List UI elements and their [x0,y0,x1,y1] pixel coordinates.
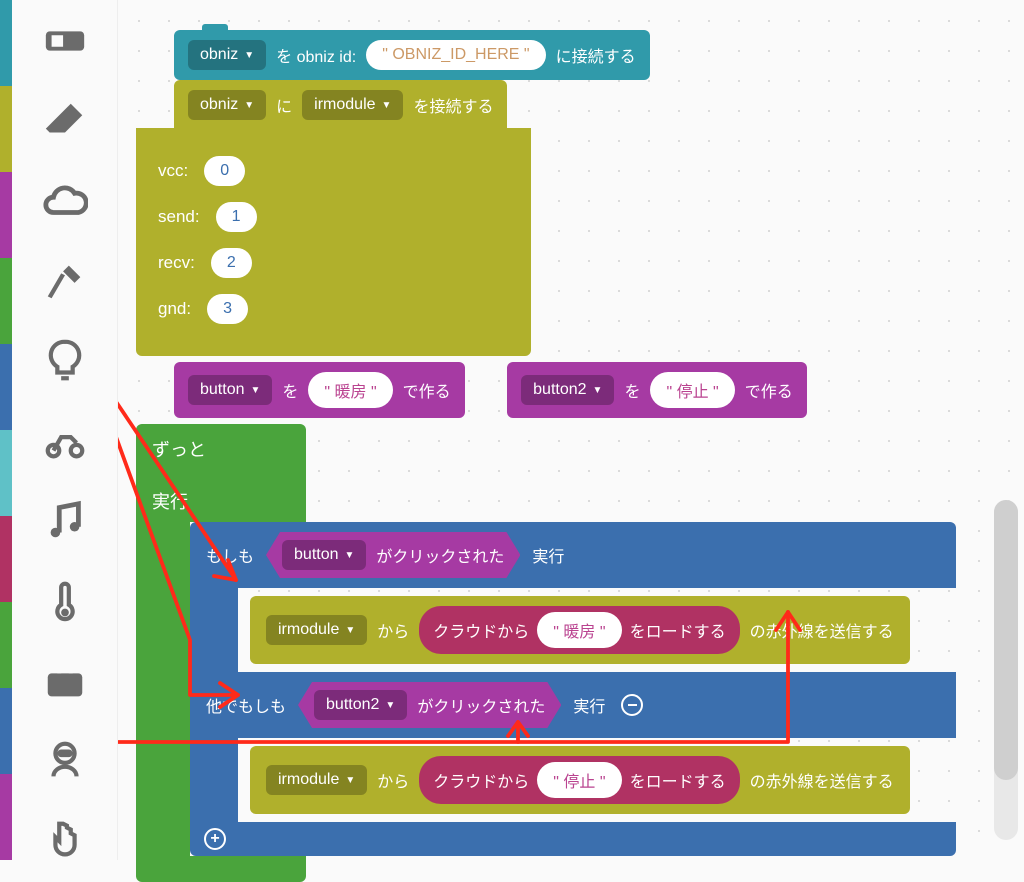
forever-label-1: ずっと [152,436,290,462]
elseif-prefix: 他でもしも [206,693,286,717]
create-button1-block[interactable]: button▼ を " 暖房 " で作る [174,362,465,418]
pin-value-vcc[interactable]: 0 [204,156,245,186]
category-color-strip [0,0,12,860]
btn1-text-2: で作る [403,378,451,402]
ir1-cloud-pre: クラウドから [433,618,529,642]
elseif-block[interactable]: 他でもしも button2▼ がクリックされた 実行 − [190,672,956,738]
if-condition[interactable]: button▼ がクリックされた [266,532,520,578]
if-run: 実行 [532,543,564,567]
workspace[interactable]: obniz▼ を obniz id: " OBNIZ_ID_HERE " に接続… [118,0,1024,860]
pin-value-send[interactable]: 1 [216,202,257,232]
toolbox [12,0,118,860]
create-button2-block[interactable]: button2▼ を " 停止 " で作る [507,362,807,418]
ir1-text-1: から [377,618,409,642]
attach-obniz-dropdown[interactable]: obniz▼ [188,90,266,120]
hammer-icon[interactable] [41,258,89,304]
forever-body-bar [136,522,190,856]
pin-value-gnd[interactable]: 3 [207,294,248,324]
ir1-tail: の赤外線を送信する [750,618,894,642]
elseif-condition-text: がクリックされた [417,693,545,717]
scrollbar-thumb[interactable] [994,500,1018,780]
obniz-id-field[interactable]: " OBNIZ_ID_HERE " [366,40,545,70]
attach-text-2: を接続する [413,93,493,117]
thermometer-icon[interactable] [41,578,89,624]
pin-label-gnd: gnd: [158,299,191,319]
astronaut-icon[interactable] [41,738,89,784]
elseif-button-dropdown[interactable]: button2▼ [314,690,407,720]
cloud-icon[interactable] [41,178,89,224]
device-icon[interactable] [41,18,89,64]
ir-send-1[interactable]: irmodule▼ から クラウドから " 暖房 " をロードする の赤外線を送… [250,596,910,664]
attach-pins-body[interactable]: vcc: 0 send: 1 recv: 2 gnd: 3 [136,128,531,356]
button1-dropdown[interactable]: button▼ [188,375,272,405]
btn2-text-1: を [624,378,640,402]
connect-text-1: を obniz id: [276,43,356,67]
obniz-dropdown[interactable]: obniz▼ [188,40,266,70]
remove-branch-button[interactable]: − [621,694,643,716]
motorcycle-icon[interactable] [41,418,89,464]
forever-label-2: 実行 [152,462,290,514]
if-prefix: もしも [206,543,254,567]
ir1-module-dropdown[interactable]: irmodule▼ [266,615,367,645]
add-branch-button[interactable]: + [204,828,226,850]
attach-block[interactable]: obniz▼ に irmodule▼ を接続する [174,80,507,130]
pin-value-recv[interactable]: 2 [211,248,252,278]
ir2-tail: の赤外線を送信する [750,768,894,792]
vertical-scrollbar[interactable] [994,500,1018,840]
button2-dropdown[interactable]: button2▼ [521,375,614,405]
elseif-run: 実行 [573,693,605,717]
ir2-cloud-pre: クラウドから [433,768,529,792]
forever-block[interactable]: ずっと 実行 [136,424,306,522]
ir-send-2[interactable]: irmodule▼ から クラウドから " 停止 " をロードする の赤外線を送… [250,746,910,814]
attach-module-dropdown[interactable]: irmodule▼ [302,90,403,120]
pointer-icon[interactable] [41,818,89,864]
if-button-dropdown[interactable]: button▼ [282,540,366,570]
button2-label-field[interactable]: " 停止 " [650,372,734,408]
ir1-pill[interactable]: " 暖房 " [537,612,621,648]
ir2-text-1: から [377,768,409,792]
ir2-cloud-chip[interactable]: クラウドから " 停止 " をロードする [419,756,739,804]
music-icon[interactable] [41,498,89,544]
pin-label-send: send: [158,207,200,227]
bulb-icon[interactable] [41,338,89,384]
button1-label-field[interactable]: " 暖房 " [308,372,392,408]
if-condition-text: がクリックされた [376,543,504,567]
elseif-condition[interactable]: button2▼ がクリックされた [298,682,561,728]
ir1-cloud-post: をロードする [630,618,726,642]
eraser-icon[interactable] [41,98,89,144]
ir2-module-dropdown[interactable]: irmodule▼ [266,765,367,795]
if-block[interactable]: もしも button▼ がクリックされた 実行 [190,522,956,588]
btn2-text-2: で作る [745,378,793,402]
briefcase-icon[interactable] [41,658,89,704]
pin-label-recv: recv: [158,253,195,273]
attach-text-1: に [276,93,292,117]
if-footer[interactable]: + [190,822,956,856]
ir1-cloud-chip[interactable]: クラウドから " 暖房 " をロードする [419,606,739,654]
connect-text-2: に接続する [556,43,636,67]
elseif-body-bar [190,738,238,822]
btn1-text-1: を [282,378,298,402]
connect-block[interactable]: obniz▼ を obniz id: " OBNIZ_ID_HERE " に接続… [174,30,650,80]
ir2-pill[interactable]: " 停止 " [537,762,621,798]
pin-label-vcc: vcc: [158,161,188,181]
if-body-bar [190,588,238,672]
ir2-cloud-post: をロードする [630,768,726,792]
